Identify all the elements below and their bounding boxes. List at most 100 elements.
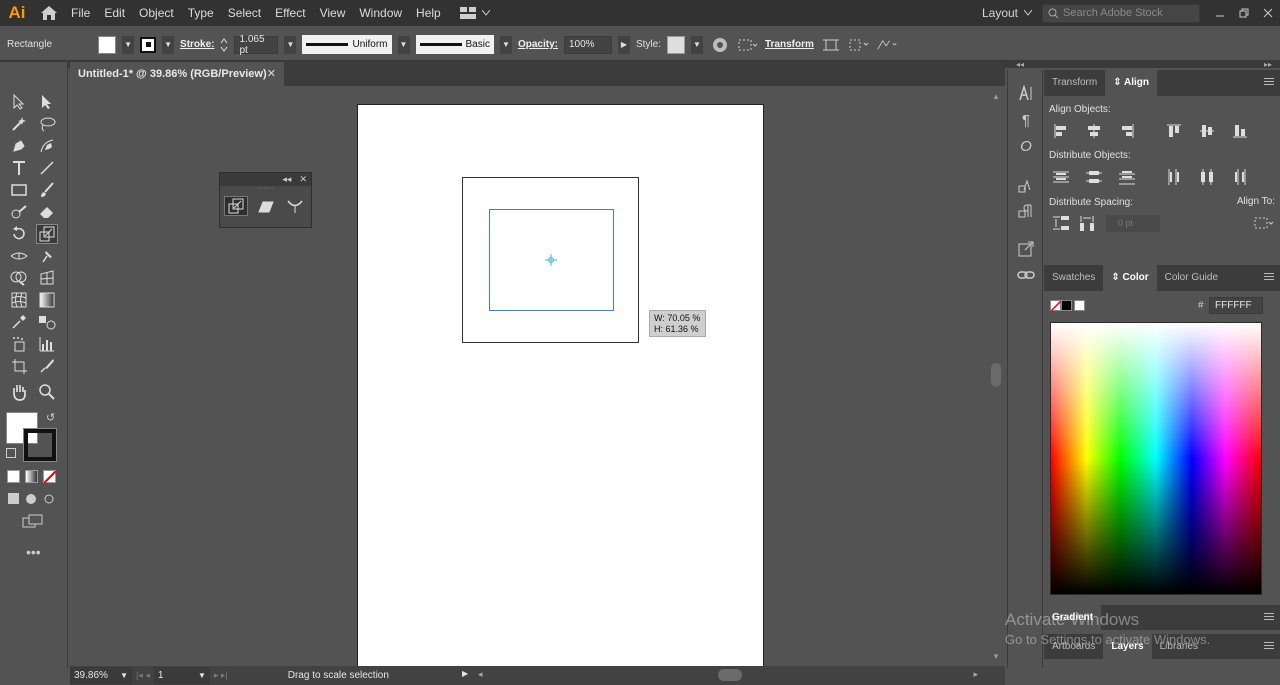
hand-tool[interactable] [8,382,30,402]
puppet-warp-button[interactable] [848,34,870,56]
gradient-panel-menu-icon[interactable] [1264,613,1274,621]
magic-wand-tool[interactable] [8,114,30,134]
menu-edit[interactable]: Edit [97,0,132,26]
document-tab[interactable]: Untitled-1* @ 39.86% (RGB/Preview) ✕ [70,62,284,86]
home-icon[interactable] [34,0,64,26]
vertical-align-top-icon[interactable] [1163,122,1185,140]
artboard-number-field[interactable]: 1 ▼ [153,667,210,684]
stroke-swatch[interactable] [140,36,157,53]
menu-window[interactable]: Window [352,0,409,26]
spacing-value-field[interactable]: 0 pt [1106,214,1160,232]
draw-inside-button[interactable] [43,492,56,505]
tab-transform[interactable]: Transform [1044,70,1105,96]
width-tool[interactable] [8,246,30,266]
zoom-level-field[interactable]: 39.86% ▼ [70,667,132,684]
horizontal-distribute-right-icon[interactable] [1229,168,1251,186]
artboard-tool[interactable] [8,356,30,376]
horizontal-distribute-space-icon[interactable] [1076,214,1098,232]
close-window-button[interactable] [1256,0,1280,26]
brush-dropdown[interactable]: ▼ [499,35,512,54]
select-similar-button[interactable] [876,34,898,56]
horizontal-distribute-left-icon[interactable] [1163,168,1185,186]
stroke-weight-dropdown[interactable]: ▼ [284,35,297,54]
black-swatch[interactable] [1061,299,1072,311]
reference-point-icon[interactable] [545,254,557,266]
tab-artboards[interactable]: Artboards [1044,634,1103,659]
scale-tool[interactable] [36,224,58,244]
default-colors-icon[interactable] [6,448,16,458]
stroke-weight-field[interactable]: 1.065 pt [234,34,279,56]
paragraph-panel-icon[interactable]: ¶ [1015,109,1037,131]
horizontal-scrollbar[interactable]: ◂ ▸ [472,669,982,681]
vertical-align-bottom-icon[interactable] [1229,122,1251,140]
export-panel-icon[interactable] [1015,238,1037,260]
type-tool[interactable] [8,158,30,178]
vertical-distribute-space-icon[interactable] [1050,214,1072,232]
horizontal-align-left-icon[interactable] [1050,122,1072,140]
menu-effect[interactable]: Effect [268,0,312,26]
vertical-distribute-center-icon[interactable] [1083,168,1105,186]
vertical-align-center-icon[interactable] [1196,122,1218,140]
zoom-tool[interactable] [36,382,58,402]
draw-behind-button[interactable] [25,492,38,505]
last-artboard-icon[interactable]: ▸ ▸| [210,670,232,681]
color-spectrum[interactable] [1050,322,1262,595]
profile-dropdown[interactable]: ▼ [397,35,410,54]
fill-dropdown[interactable]: ▼ [122,35,135,54]
menu-type[interactable]: Type [181,0,221,26]
adobe-stock-search[interactable]: Search Adobe Stock [1042,3,1200,23]
none-mode-button[interactable] [43,470,57,484]
opentype-panel-icon[interactable]: O [1015,135,1037,157]
character-styles-icon[interactable] [1015,175,1037,197]
stroke-stepper-icon[interactable] [220,37,228,53]
color-mode-button[interactable] [7,470,20,483]
slice-tool[interactable] [36,356,58,376]
float-grip[interactable]: ⋯⋯ [220,185,311,194]
align-to-selection-icon[interactable] [1254,214,1276,232]
close-tab-icon[interactable]: ✕ [267,67,276,80]
scroll-right-icon[interactable]: ▸ [973,669,978,680]
curvature-tool[interactable] [36,136,58,156]
eyedropper-tool[interactable] [8,312,30,332]
line-segment-tool[interactable] [36,158,58,178]
pen-tool[interactable] [8,136,30,156]
screen-mode-button[interactable] [22,514,46,530]
style-dropdown[interactable]: ▼ [690,35,703,54]
tab-gradient[interactable]: Gradient [1044,605,1102,630]
scroll-up-icon[interactable]: ▲ [992,92,1000,101]
align-panel-menu-icon[interactable] [1264,78,1274,86]
hex-color-field[interactable]: FFFFFF [1209,296,1263,314]
close-float-icon[interactable]: ✕ [299,174,307,185]
eraser-tool[interactable] [36,202,58,222]
menu-help[interactable]: Help [409,0,448,26]
paintbrush-tool[interactable] [36,180,58,200]
layers-panel-menu-icon[interactable] [1264,642,1274,650]
draw-normal-button[interactable] [7,492,20,505]
lasso-tool[interactable] [36,114,58,134]
opacity-field[interactable]: 100% [563,35,612,54]
first-artboard-icon[interactable]: |◂ ◂ [132,670,154,681]
float-shear-tool[interactable] [254,196,278,216]
perspective-grid-tool[interactable] [36,268,58,288]
collapse-float-icon[interactable]: ◂◂ [282,174,291,185]
align-options-button[interactable] [737,34,759,56]
brush-definition[interactable]: Basic [415,35,494,54]
blend-tool[interactable] [36,312,58,332]
vertical-distribute-top-icon[interactable] [1050,168,1072,186]
symbol-sprayer-tool[interactable] [8,334,30,354]
horizontal-scroll-thumb[interactable] [718,669,742,681]
tab-color-guide[interactable]: Color Guide [1157,265,1226,291]
tab-libraries[interactable]: Libraries [1152,634,1206,659]
direct-selection-tool[interactable] [36,92,58,112]
menu-file[interactable]: File [64,0,97,26]
rectangle-tool[interactable] [8,180,30,200]
character-panel-icon[interactable] [1015,82,1037,104]
scroll-left-icon[interactable]: ◂ [478,669,483,680]
none-swatch[interactable] [1050,299,1062,312]
stroke-color-dropdown[interactable]: ▼ [162,35,175,54]
minimize-button[interactable] [1208,0,1232,26]
float-reshape-tool[interactable] [283,196,307,216]
stroke-color-swatch[interactable] [23,428,57,462]
tab-color[interactable]: ⇕ Color [1103,265,1157,291]
selection-tool[interactable] [8,92,30,112]
